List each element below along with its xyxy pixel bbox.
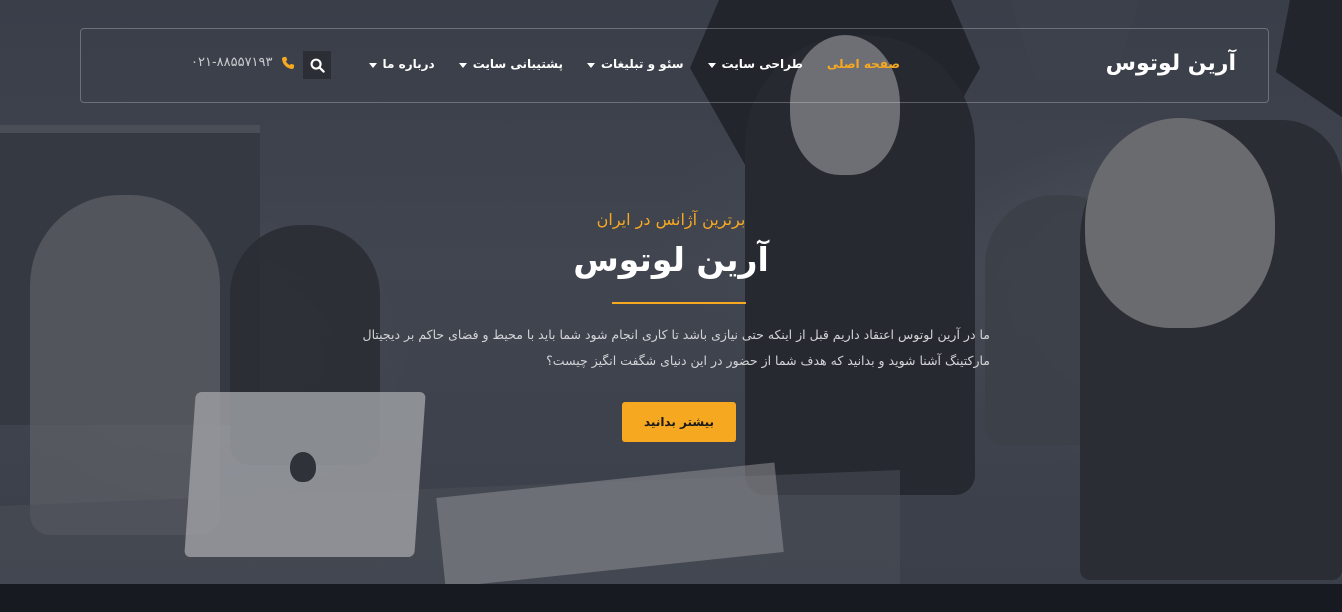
nav-item-label: سئو و تبلیغات [600,57,684,71]
title-divider [612,302,746,304]
phone-number: ۰۲۱-۸۸۵۵۷۱۹۳ [191,55,273,70]
site-header: آرین لوتوس صفحه اصلی طراحی سایت سئو و تب… [80,28,1269,103]
caret-down-icon [368,62,377,68]
nav-item-home[interactable]: صفحه اصلی [827,57,900,71]
phone-icon [281,56,295,70]
search-button[interactable] [303,51,331,79]
nav-item-about[interactable]: درباره ما [368,57,435,71]
site-logo[interactable]: آرین لوتوس [1106,51,1236,76]
background-hexagon [1276,0,1342,120]
caret-down-icon [707,62,716,68]
hero-section: آرین لوتوس صفحه اصلی طراحی سایت سئو و تب… [0,0,1342,584]
caret-down-icon [458,62,467,68]
nav-item-site-support[interactable]: پشتیبانی سایت [458,57,563,71]
phone-contact[interactable]: ۰۲۱-۸۸۵۵۷۱۹۳ [191,55,295,70]
search-icon [310,58,325,73]
nav-item-label: درباره ما [382,57,435,71]
nav-item-label: صفحه اصلی [826,57,900,71]
main-navigation: صفحه اصلی طراحی سایت سئو و تبلیغات پشتیب… [345,57,900,71]
learn-more-button[interactable]: بیشتر بدانید [622,402,736,442]
caret-down-icon [586,62,595,68]
nav-item-label: پشتیبانی سایت [472,57,563,71]
footer-strip [0,584,1342,612]
hero-title: آرین لوتوس [573,240,769,279]
background-person-head [1085,118,1275,328]
nav-item-web-design[interactable]: طراحی سایت [707,57,803,71]
apple-logo-icon [290,452,316,482]
nav-item-label: طراحی سایت [721,57,803,71]
hero-description: ما در آرین لوتوس اعتقاد داریم قبل از این… [362,327,990,368]
hero-tagline: برترین آژانس در ایران [596,210,746,229]
nav-item-seo-ads[interactable]: سئو و تبلیغات [586,57,684,71]
